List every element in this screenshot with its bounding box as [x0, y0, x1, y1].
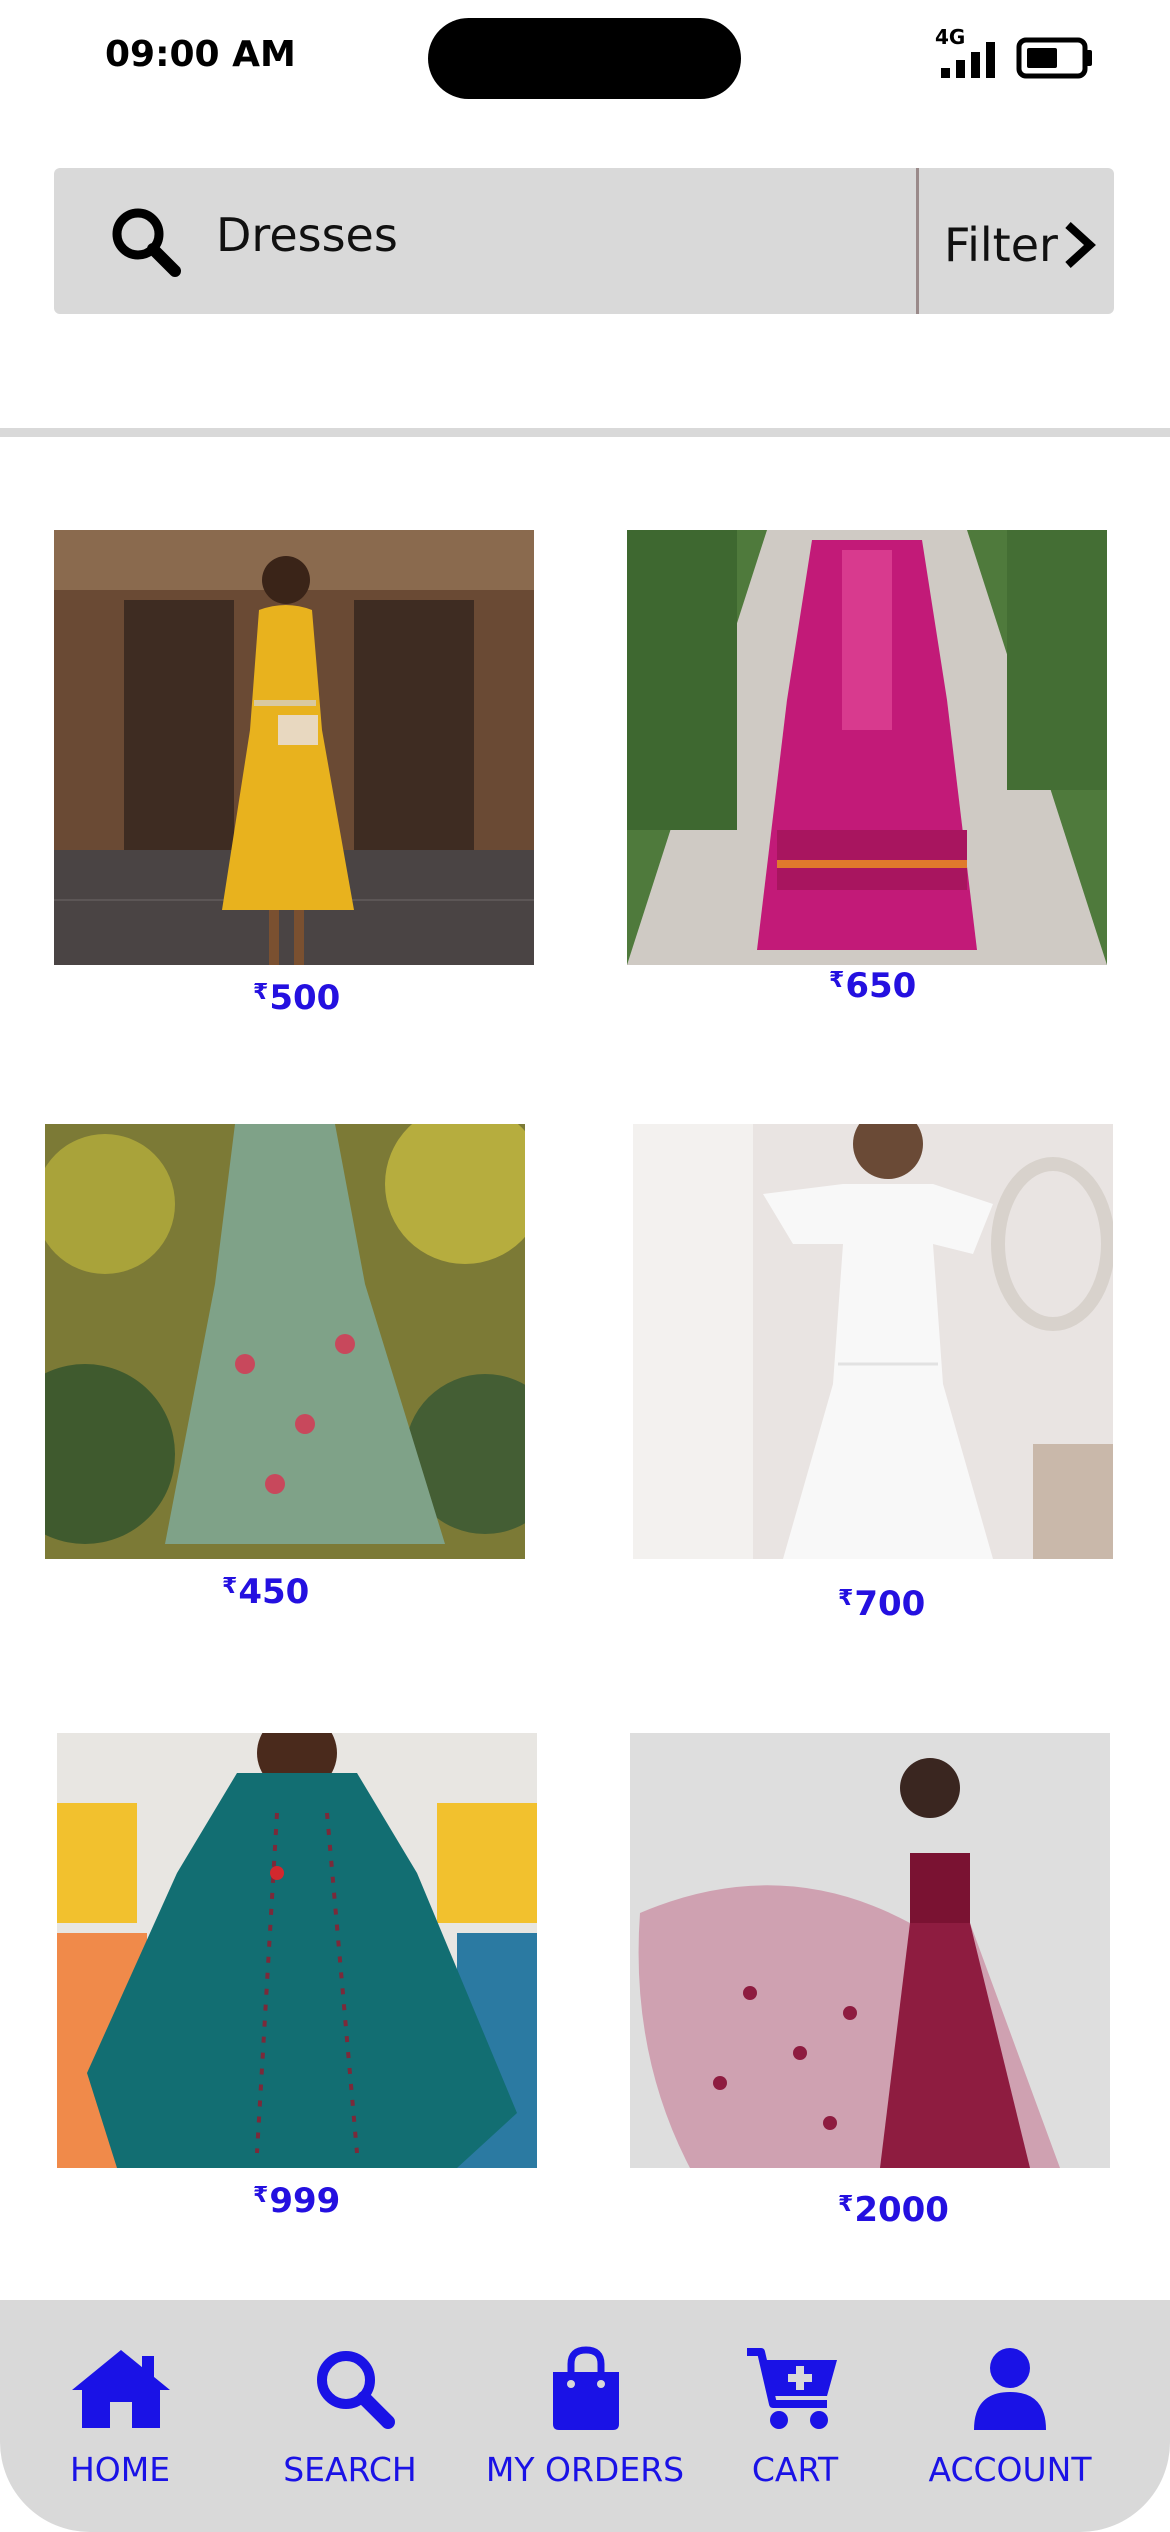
product-price: ₹650: [829, 966, 917, 1006]
nav-label-search: SEARCH: [283, 2450, 417, 2489]
bottom-nav: HOME SEARCH MY ORDERS CART ACCOUNT: [0, 2300, 1170, 2532]
product-image: [633, 1124, 1113, 1559]
person-icon: [974, 2348, 1046, 2430]
product-image: [630, 1733, 1110, 2168]
nav-item-account[interactable]: ACCOUNT: [915, 2300, 1105, 2532]
nav-item-my-orders[interactable]: MY ORDERS: [485, 2300, 685, 2532]
nav-item-home[interactable]: HOME: [40, 2300, 200, 2532]
nav-label-home: HOME: [69, 2450, 171, 2489]
product-image: [627, 530, 1107, 965]
nav-item-cart[interactable]: CART: [725, 2300, 865, 2532]
camera-notch: [428, 18, 741, 99]
product-price: ₹500: [253, 978, 341, 1018]
shopping-bag-icon: [553, 2346, 619, 2430]
search-icon: [112, 208, 181, 277]
network-label: 4G: [935, 25, 965, 49]
search-divider: [916, 168, 919, 314]
product-card[interactable]: [627, 530, 1107, 965]
filter-button[interactable]: Filter: [922, 168, 1114, 314]
search-bar[interactable]: Dresses Filter: [54, 168, 1114, 314]
section-divider: [0, 428, 1170, 437]
product-card[interactable]: [57, 1733, 537, 2168]
product-card[interactable]: [633, 1124, 1113, 1559]
product-image: [54, 530, 534, 965]
nav-label-account: ACCOUNT: [928, 2450, 1092, 2489]
cart-icon: [747, 2348, 837, 2429]
product-card[interactable]: [54, 530, 534, 965]
home-icon: [72, 2350, 170, 2428]
chevron-right-icon: [1065, 222, 1096, 268]
status-time: 09:00 AM: [105, 34, 296, 75]
search-input[interactable]: Dresses: [216, 208, 398, 262]
product-image: [57, 1733, 537, 2168]
product-card[interactable]: [630, 1733, 1110, 2168]
product-price: ₹700: [838, 1584, 926, 1624]
battery-icon: [1016, 37, 1092, 79]
product-price: ₹999: [253, 2181, 341, 2221]
product-card[interactable]: [45, 1124, 525, 1559]
nav-label-cart: CART: [751, 2450, 839, 2489]
status-icons: 4G: [935, 22, 1095, 82]
product-price: ₹2000: [838, 2190, 949, 2230]
product-image: [45, 1124, 525, 1559]
product-price: ₹450: [222, 1572, 310, 1612]
nav-label-my-orders: MY ORDERS: [485, 2450, 685, 2489]
filter-label: Filter: [944, 218, 1058, 272]
nav-item-search[interactable]: SEARCH: [270, 2300, 430, 2532]
search-icon: [317, 2351, 395, 2429]
